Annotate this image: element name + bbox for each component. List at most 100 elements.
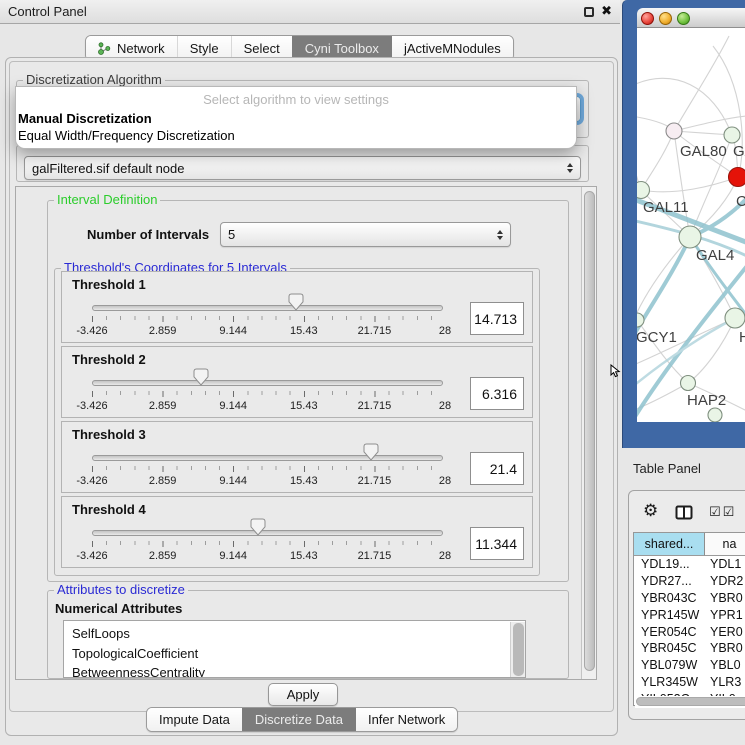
- tab-label: Style: [190, 41, 219, 56]
- vertical-scrollbar[interactable]: [581, 187, 596, 679]
- cell[interactable]: YDL1: [705, 557, 745, 571]
- cell[interactable]: YDR2: [705, 574, 745, 588]
- apply-label: Apply: [287, 687, 320, 702]
- table-row[interactable]: YPR145WYPR1: [634, 606, 745, 623]
- network-node-HAP2[interactable]: [681, 376, 696, 391]
- cell[interactable]: YBL079W: [634, 658, 705, 672]
- close-traffic-light[interactable]: [641, 12, 654, 25]
- threshold-value-input[interactable]: [470, 302, 524, 335]
- list-item[interactable]: SelfLoops: [64, 621, 525, 644]
- tick-label: 21.715: [358, 475, 392, 487]
- slider-handle[interactable]: [250, 518, 266, 536]
- apply-button[interactable]: Apply: [268, 683, 338, 706]
- minimize-traffic-light[interactable]: [659, 12, 672, 25]
- threshold-value-input[interactable]: [470, 527, 524, 560]
- network-node[interactable]: [729, 168, 745, 187]
- cell[interactable]: YPR1: [705, 608, 745, 622]
- threshold-value-input[interactable]: [470, 452, 524, 485]
- cell[interactable]: YBR0: [705, 591, 745, 605]
- columns-icon[interactable]: [675, 505, 693, 520]
- slider-handle[interactable]: [193, 368, 209, 386]
- tick-label: 21.715: [358, 550, 392, 562]
- mouse-cursor: [610, 364, 622, 378]
- cell[interactable]: YER054C: [634, 625, 705, 639]
- cell[interactable]: YPR145W: [634, 608, 705, 622]
- network-node-GAL4[interactable]: [679, 226, 701, 248]
- tab-infer-network[interactable]: Infer Network: [355, 708, 457, 731]
- tick-label: 28: [439, 475, 451, 487]
- zoom-traffic-light[interactable]: [677, 12, 690, 25]
- scrollbar-thumb[interactable]: [584, 191, 595, 671]
- window-title: Control Panel: [0, 4, 87, 19]
- cell[interactable]: YLR345W: [634, 675, 705, 689]
- node-table[interactable]: shared... na YDL19...YDL1 YDR27...YDR2 Y…: [633, 532, 745, 706]
- threshold-slider[interactable]: -3.426 2.859 9.144 15.43 21.715 28: [92, 497, 445, 569]
- network-node[interactable]: [708, 408, 722, 422]
- table-data-combobox[interactable]: galFiltered.sif default node: [24, 156, 581, 180]
- cell[interactable]: YBL0: [705, 658, 745, 672]
- list-item[interactable]: TopologicalCoefficient: [64, 644, 525, 664]
- tab-discretize-data[interactable]: Discretize Data: [242, 708, 355, 731]
- threshold-slider[interactable]: -3.426 2.859 9.144 15.43 21.715 28: [92, 347, 445, 419]
- tab-impute-data[interactable]: Impute Data: [147, 708, 242, 731]
- cell[interactable]: YBR043C: [634, 591, 705, 605]
- numerical-attributes-list[interactable]: SelfLoops TopologicalCoefficient Between…: [63, 620, 526, 678]
- select-all-checkboxes-icon[interactable]: ☑☑: [709, 505, 736, 520]
- cell[interactable]: YDR27...: [634, 574, 705, 588]
- table-row[interactable]: YER054CYER0: [634, 623, 745, 640]
- threshold-value-input[interactable]: [470, 377, 524, 410]
- table-panel-title: Table Panel: [633, 461, 701, 476]
- threshold-slider[interactable]: -3.426 2.859 9.144 15.43 21.715 28: [92, 422, 445, 494]
- network-node[interactable]: [724, 127, 740, 143]
- network-window-titlebar[interactable]: [637, 8, 745, 28]
- table-row[interactable]: YDR27...YDR2: [634, 573, 745, 590]
- tick-label: -3.426: [76, 325, 107, 337]
- combo-stepper-icon: [497, 230, 503, 240]
- gear-icon[interactable]: ⚙: [643, 501, 658, 521]
- dropdown-item-manual-discretization[interactable]: Manual Discretization: [18, 111, 152, 126]
- close-icon[interactable]: ✖: [601, 4, 612, 19]
- scrollbar-thumb[interactable]: [636, 697, 745, 706]
- table-data-value: galFiltered.sif default node: [32, 161, 184, 176]
- slider-handle[interactable]: [288, 293, 304, 311]
- network-node[interactable]: [725, 308, 745, 328]
- combo-stepper-icon: [567, 163, 573, 173]
- tick-label: 21.715: [358, 325, 392, 337]
- number-of-intervals-combobox[interactable]: 5: [220, 222, 511, 247]
- tab-label: jActiveMNodules: [404, 41, 501, 56]
- table-row[interactable]: YBR043CYBR0: [634, 590, 745, 607]
- table-row[interactable]: YDL19...YDL1: [634, 556, 745, 573]
- list-scrollbar[interactable]: [510, 622, 526, 678]
- float-window-icon[interactable]: [584, 7, 594, 17]
- list-item[interactable]: BetweennessCentrality: [64, 663, 525, 678]
- table-row[interactable]: YLR345WYLR3: [634, 674, 745, 691]
- slider-track[interactable]: [92, 455, 443, 461]
- slider-track[interactable]: [92, 305, 443, 311]
- slider-track[interactable]: [92, 380, 443, 386]
- slider-handle[interactable]: [363, 443, 379, 461]
- table-row[interactable]: YBL079WYBL0: [634, 657, 745, 674]
- scrollbar-thumb[interactable]: [513, 623, 524, 676]
- network-canvas[interactable]: GAL80GACGAL11GAL4GCY1HHAP2: [637, 28, 745, 422]
- cell[interactable]: YLR3: [705, 675, 745, 689]
- cell[interactable]: YDL19...: [634, 557, 705, 571]
- column-header-name[interactable]: na: [705, 533, 745, 556]
- column-header-shared-name[interactable]: shared...: [634, 533, 705, 556]
- group-title: Discretization Algorithm: [23, 73, 165, 87]
- tick-label: 28: [439, 325, 451, 337]
- network-node-label: HAP2: [687, 392, 726, 409]
- cell[interactable]: YBR045C: [634, 641, 705, 655]
- table-row[interactable]: YBR045CYBR0: [634, 640, 745, 657]
- network-node-GCY1[interactable]: [637, 313, 644, 327]
- dropdown-item-equal-width-frequency[interactable]: Equal Width/Frequency Discretization: [18, 128, 235, 143]
- cyni-bottom-tabs: Impute Data Discretize Data Infer Networ…: [146, 707, 458, 732]
- cell[interactable]: YER0: [705, 625, 745, 639]
- cell[interactable]: YBR0: [705, 641, 745, 655]
- slider-track[interactable]: [92, 530, 443, 536]
- horizontal-scrollbar[interactable]: [635, 696, 745, 708]
- slider-ticks: [92, 391, 445, 397]
- network-node-GAL80[interactable]: [666, 123, 682, 139]
- threshold-slider[interactable]: -3.426 2.859 9.144 15.43 21.715 28: [92, 272, 445, 344]
- control-panel-titlebar: Control Panel ✖: [0, 0, 620, 24]
- network-node-GAL11[interactable]: [637, 182, 650, 199]
